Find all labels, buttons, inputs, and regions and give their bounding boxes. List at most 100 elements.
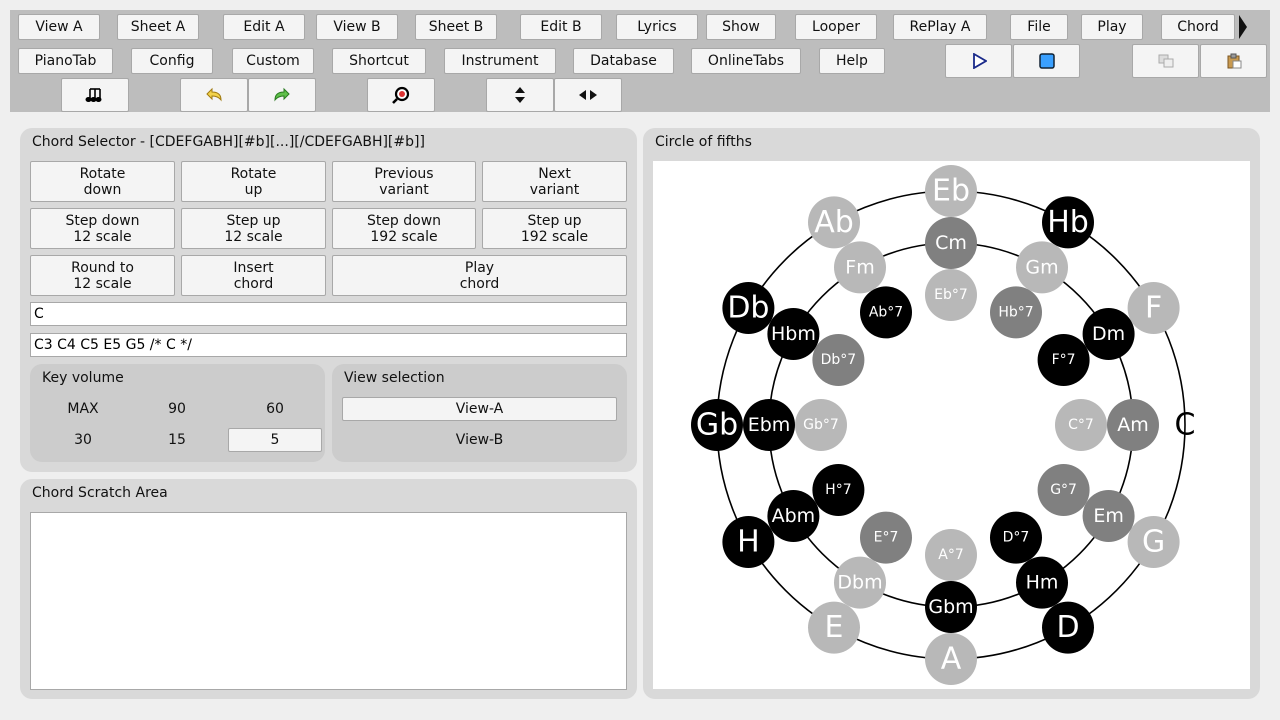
button-label-line2: 12 scale: [224, 228, 283, 245]
step-down-192-button[interactable]: Step down 192 scale: [332, 208, 476, 249]
button-label-line2: 12 scale: [73, 228, 132, 245]
key-volume-option[interactable]: MAX: [36, 397, 130, 421]
chord-node-label: Ebm: [748, 414, 791, 436]
button-label-line2: variant: [379, 181, 429, 198]
menu-play-button[interactable]: Play: [1081, 14, 1143, 40]
chord-node-label: A: [941, 642, 962, 677]
key-volume-option[interactable]: 15: [130, 428, 224, 452]
step-up-192-button[interactable]: Step up 192 scale: [482, 208, 627, 249]
menu-view-a-button[interactable]: View A: [18, 14, 100, 40]
circle-of-fifths-svg[interactable]: C G D A E H Gb Db Ab Eb Hb F Am Em Hm Gbm Dbm Abm Ebm Hbm Fm…: [653, 161, 1250, 689]
menu-instrument-button[interactable]: Instrument: [444, 48, 556, 74]
copy-icon: [1158, 54, 1173, 68]
horizontal-zoom-button[interactable]: [554, 78, 622, 112]
chord-node-label: Hb: [1047, 205, 1089, 240]
menu-chord-button[interactable]: Chord: [1161, 14, 1235, 40]
chord-name-input[interactable]: [30, 302, 627, 326]
button-label-line1: Rotate: [79, 165, 126, 182]
undo-button[interactable]: [180, 78, 248, 112]
menu-custom-button[interactable]: Custom: [232, 48, 314, 74]
view-option-view-a[interactable]: View-A: [342, 397, 617, 421]
menu-pianotab-button[interactable]: PianoTab: [18, 48, 113, 74]
button-label-line1: Step down: [65, 212, 140, 229]
paste-button[interactable]: [1200, 44, 1267, 78]
search-icon: [392, 86, 410, 104]
chord-node-label: G°7: [1050, 482, 1077, 498]
menu-sheet-a-button[interactable]: Sheet A: [117, 14, 199, 40]
next-variant-button[interactable]: Next variant: [482, 161, 627, 202]
rotate-up-button[interactable]: Rotate up: [181, 161, 326, 202]
copy-button[interactable]: [1132, 44, 1199, 78]
view-option-view-b[interactable]: View-B: [342, 428, 617, 452]
button-label-line1: Step up: [527, 212, 582, 229]
chord-node-label: D°7: [1003, 530, 1030, 546]
search-button[interactable]: [367, 78, 435, 112]
vertical-zoom-button[interactable]: [486, 78, 554, 112]
menu-file-button[interactable]: File: [1010, 14, 1068, 40]
chord-node-label: H°7: [825, 482, 851, 498]
menu-database-button[interactable]: Database: [573, 48, 674, 74]
toolbar-overflow-arrow[interactable]: [1238, 14, 1248, 40]
menu-sheet-b-button[interactable]: Sheet B: [415, 14, 497, 40]
menu-onlinetabs-button[interactable]: OnlineTabs: [691, 48, 801, 74]
round-to-12-button[interactable]: Round to 12 scale: [30, 255, 175, 296]
play-button[interactable]: [945, 44, 1012, 78]
button-label-line1: Step up: [226, 212, 281, 229]
rotate-down-button[interactable]: Rotate down: [30, 161, 175, 202]
chord-notes-input[interactable]: [30, 333, 627, 357]
key-volume-title: Key volume: [42, 370, 124, 386]
menu-view-b-button[interactable]: View B: [316, 14, 398, 40]
play-chord-button[interactable]: Play chord: [332, 255, 627, 296]
menu-edit-a-button[interactable]: Edit A: [223, 14, 305, 40]
chord-node-label: G: [1142, 525, 1165, 560]
key-volume-option[interactable]: 90: [130, 397, 224, 421]
key-volume-option[interactable]: 5: [228, 428, 322, 452]
button-label-line2: variant: [529, 181, 580, 198]
chord-scratch-area[interactable]: [30, 512, 627, 690]
menu-config-button[interactable]: Config: [131, 48, 213, 74]
menu-replay-a-button[interactable]: RePlay A: [893, 14, 987, 40]
chord-node-label: Db°7: [821, 352, 857, 368]
insert-chord-button[interactable]: Insert chord: [181, 255, 326, 296]
step-up-12-button[interactable]: Step up 12 scale: [181, 208, 326, 249]
chord-node-label: Gb: [696, 408, 738, 443]
paste-icon: [1227, 53, 1241, 69]
previous-variant-button[interactable]: Previous variant: [332, 161, 476, 202]
button-label-line2: 192 scale: [370, 228, 438, 245]
button-label-line2: 12 scale: [73, 275, 132, 292]
chord-node-label: Eb°7: [934, 287, 968, 303]
step-down-12-button[interactable]: Step down 12 scale: [30, 208, 175, 249]
notes-tool-button[interactable]: [61, 78, 129, 112]
chord-node-label: E°7: [874, 530, 899, 546]
key-volume-panel: Key volume MAX 90 60 30 15 5: [30, 364, 325, 462]
button-label-line1: Play: [464, 259, 495, 276]
key-volume-option[interactable]: 60: [228, 397, 322, 421]
menu-edit-b-button[interactable]: Edit B: [520, 14, 602, 40]
menu-shortcut-button[interactable]: Shortcut: [332, 48, 426, 74]
chord-node-label: Dm: [1092, 323, 1125, 345]
button-label-line2: chord: [233, 275, 274, 292]
menu-lyrics-button[interactable]: Lyrics: [616, 14, 698, 40]
redo-icon: [274, 87, 290, 102]
chord-node-label: Abm: [772, 505, 816, 527]
redo-button[interactable]: [248, 78, 316, 112]
key-volume-option[interactable]: 30: [36, 428, 130, 452]
chord-node-label: Hm: [1026, 572, 1059, 594]
chord-node-label: C: [1175, 408, 1196, 443]
chord-selector-panel: Chord Selector - [CDEFGABH][#b][...][/CD…: [20, 128, 637, 472]
chord-node-label: A°7: [938, 547, 963, 563]
chord-node-label: Ab°7: [869, 304, 903, 320]
stop-button[interactable]: [1013, 44, 1080, 78]
chord-scratch-panel: Chord Scratch Area: [20, 479, 637, 699]
circle-of-fifths-canvas[interactable]: C G D A E H Gb Db Ab Eb Hb F Am Em Hm Gbm Dbm Abm Ebm Hbm Fm…: [653, 161, 1250, 689]
chord-node-label: Hbm: [771, 323, 816, 345]
menu-help-button[interactable]: Help: [819, 48, 885, 74]
menu-show-button[interactable]: Show: [706, 14, 776, 40]
chord-node-label: Em: [1093, 505, 1124, 527]
circle-of-fifths-panel: Circle of fifths C G D A E H Gb Db Ab Eb Hb F Am Em Hm…: [643, 128, 1260, 699]
menu-looper-button[interactable]: Looper: [795, 14, 877, 40]
view-selection-title: View selection: [344, 370, 445, 386]
chord-node-label: Db: [727, 291, 769, 326]
chord-node-label: Ab: [814, 205, 854, 240]
chord-node-label: Hb°7: [998, 304, 1033, 320]
